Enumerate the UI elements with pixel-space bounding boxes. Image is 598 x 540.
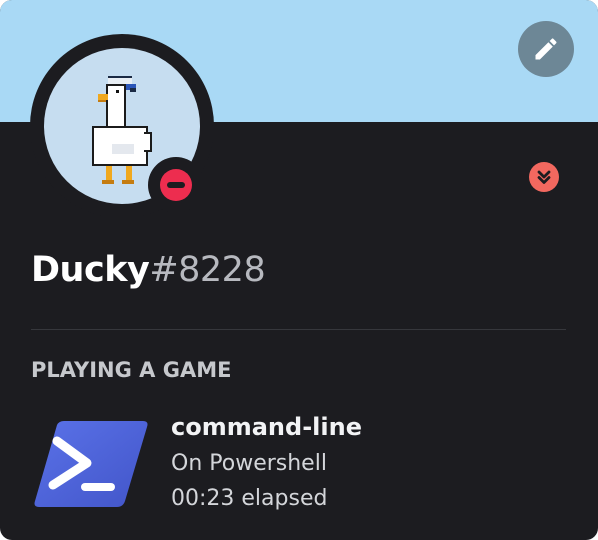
username-discriminator: #8228 [149,250,266,290]
user-profile-card: Ducky#8228 PLAYING A GAME command-line O… [0,0,598,540]
chevron-down-icon[interactable] [529,162,559,192]
do-not-disturb-status-icon [160,169,192,201]
powershell-icon [34,421,148,507]
username-name: Ducky [31,250,150,290]
pencil-icon [535,38,557,60]
divider [31,329,566,330]
activity-name: command-line [171,413,362,441]
status-bar [167,182,185,188]
double-chevron-glyph [537,170,551,184]
activity-details: On Powershell [171,451,327,476]
activity-section-title: PLAYING A GAME [31,358,232,382]
activity-elapsed-time: 00:23 elapsed [171,486,328,511]
edit-profile-button[interactable] [518,21,574,77]
username: Ducky#8228 [31,250,266,290]
